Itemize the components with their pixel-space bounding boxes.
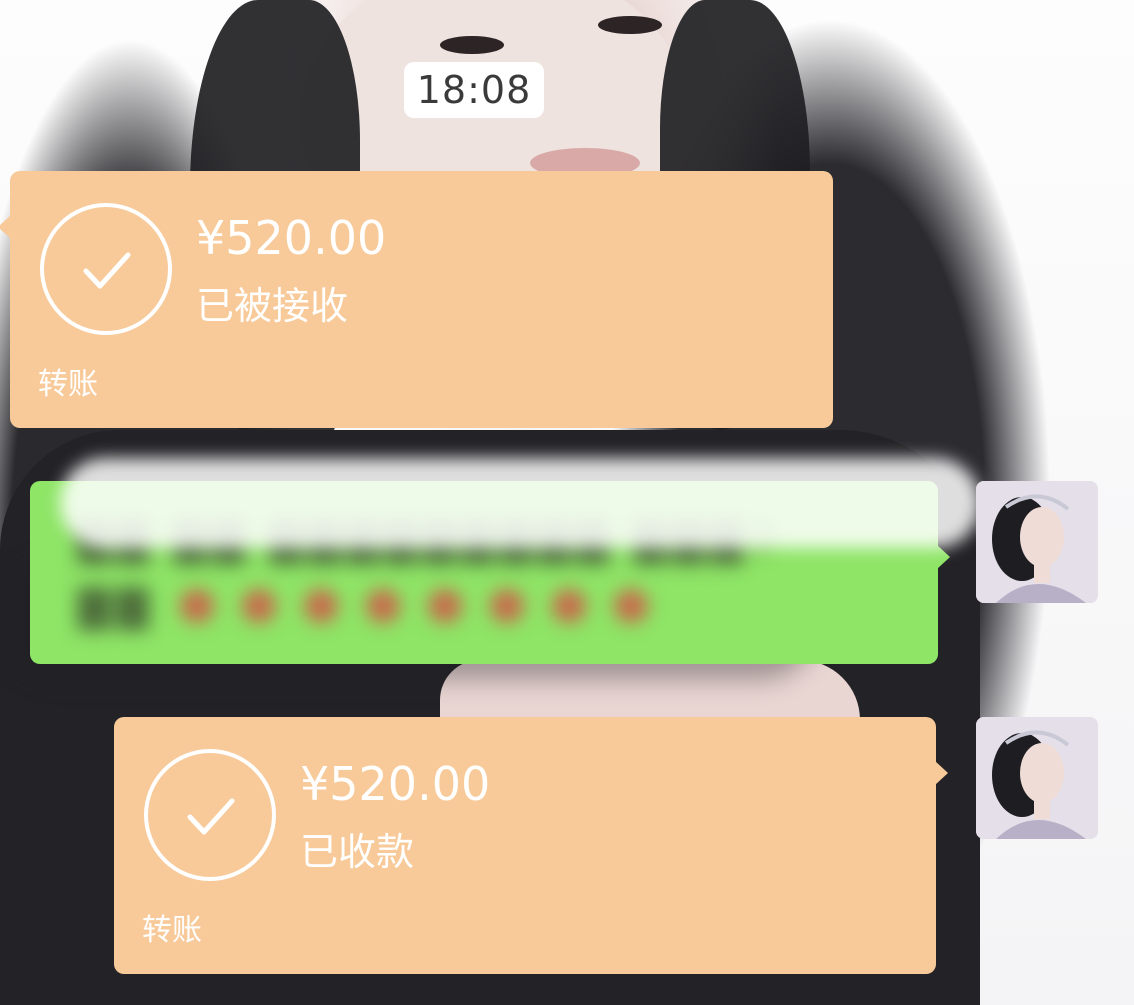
wallpaper-eye-right (598, 16, 662, 34)
bubble-tail (0, 215, 11, 239)
transfer-card-received[interactable]: ¥520.00 已被接收 转账 (0, 171, 833, 428)
blur-smudge (60, 458, 980, 548)
chat-screen: 18:08 ¥520.00 已被接收 转账 ▇▇ ▇▇ ▇▇▇▇▇▇▇▇▇ ▇▇… (0, 0, 1134, 1005)
transfer-status: 已被接收 (196, 284, 349, 328)
check-circle-icon (144, 749, 276, 881)
bubble-tail (935, 761, 948, 785)
bubble-tail (937, 545, 950, 569)
blurred-emoji-row (180, 589, 648, 623)
transfer-label: 转账 (142, 913, 202, 948)
check-circle-icon (40, 203, 172, 335)
wallpaper-eye-left (440, 36, 504, 54)
message-timestamp: 18:08 (404, 62, 544, 118)
blurred-text-line: ▇▇ (78, 581, 155, 630)
transfer-amount: ¥520.00 (300, 757, 491, 811)
timestamp-text: 18:08 (416, 68, 532, 112)
transfer-card-collected[interactable]: ¥520.00 已收款 转账 (114, 717, 948, 974)
transfer-status: 已收款 (300, 830, 415, 874)
user-avatar[interactable] (976, 717, 1098, 839)
transfer-amount: ¥520.00 (196, 211, 387, 265)
transfer-label: 转账 (38, 367, 98, 402)
user-avatar[interactable] (976, 481, 1098, 603)
